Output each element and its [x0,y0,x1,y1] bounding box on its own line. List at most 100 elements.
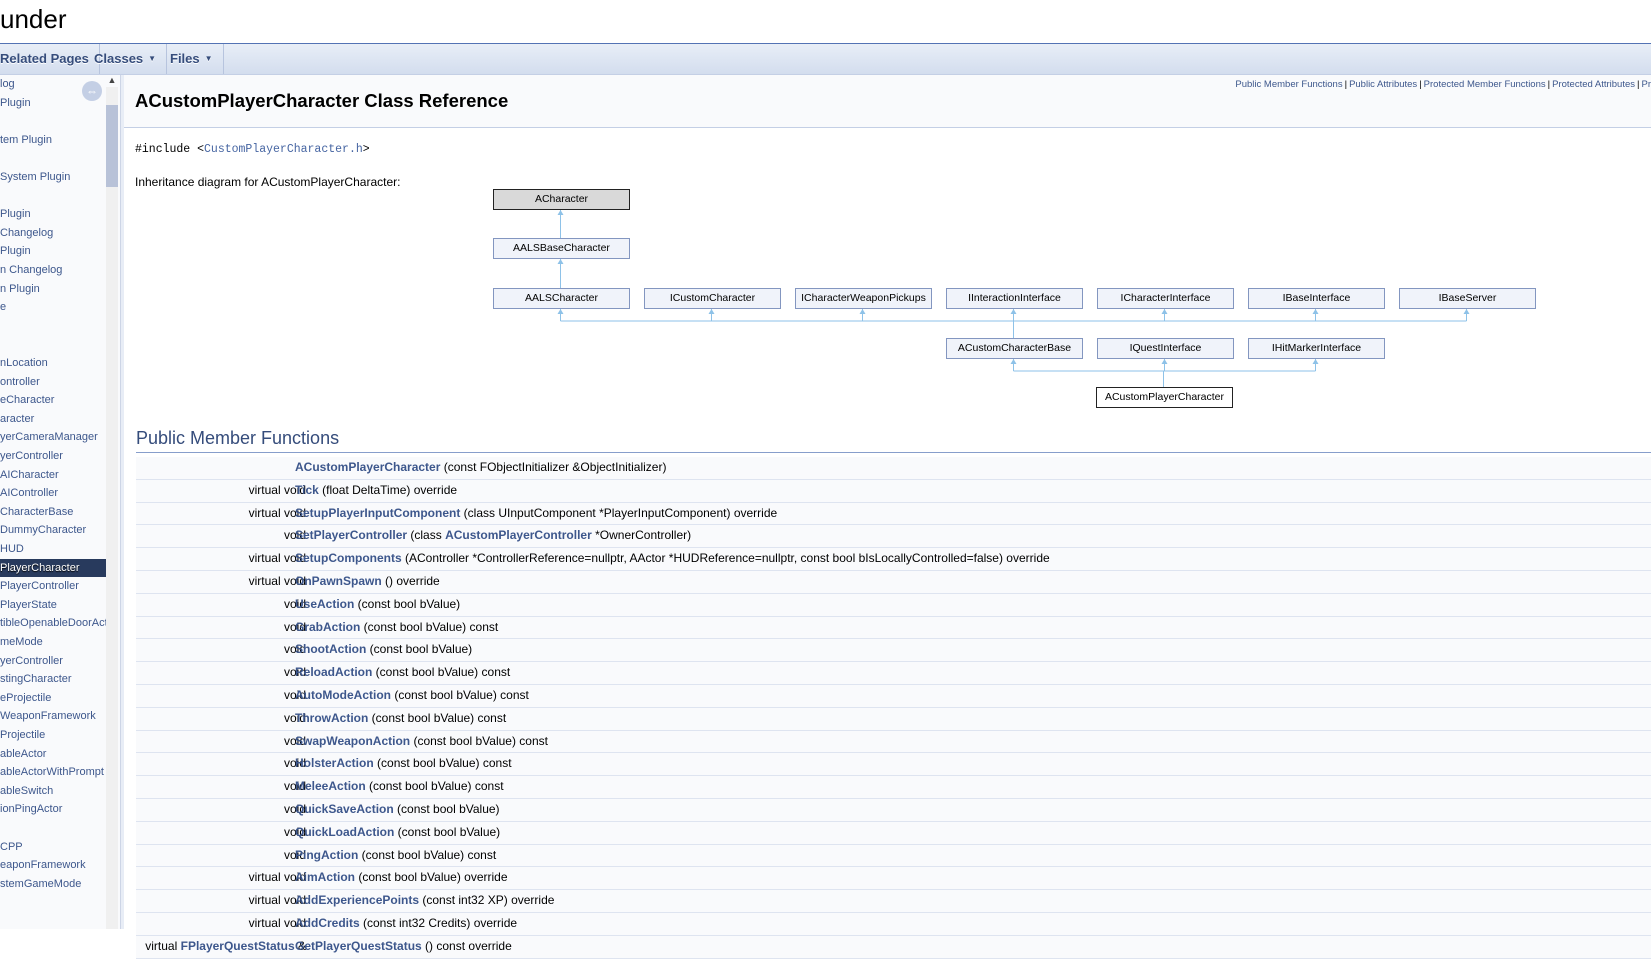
member-signature: ACustomPlayerCharacter (const FObjectIni… [295,457,666,478]
diagram-class-box[interactable]: IBaseServer [1399,288,1536,309]
diagram-class-box[interactable]: IHitMarkerInterface [1248,338,1385,359]
sidenav-item[interactable]: e [0,298,106,316]
summary-link[interactable]: Protected Attributes [1552,79,1635,90]
summary-link[interactable]: Pr [1642,79,1651,90]
sidenav-item[interactable]: yerCameraManager [0,428,106,446]
summary-link[interactable]: Public Member Functions [1235,79,1342,90]
sidenav-item[interactable]: ableActorWithPrompt [0,763,106,781]
sidenav-item[interactable]: eaponFramework [0,856,106,874]
diagram-arrowhead [1011,359,1017,364]
member-function-link[interactable]: UseAction [295,597,354,611]
diagram-class-box[interactable]: AALSBaseCharacter [493,238,630,259]
caret-down-icon: ▼ [148,54,156,63]
member-function-link[interactable]: SetupComponents [295,551,402,565]
member-function-link[interactable]: MeleeAction [295,779,366,793]
page-header: Public Member Functions | Public Attribute… [124,75,1651,128]
nav-splitter[interactable] [120,75,124,929]
member-function-link[interactable]: ReloadAction [295,665,372,679]
diagram-class-box[interactable]: IQuestInterface [1097,338,1234,359]
sidenav-item[interactable]: stingCharacter [0,670,106,688]
member-function-link[interactable]: QuickLoadAction [295,825,394,839]
sidenav-item[interactable]: Projectile [0,726,106,744]
sidenav-item[interactable]: HUD [0,540,106,558]
member-function-link[interactable]: Tick [295,483,319,497]
sidenav-item[interactable]: PlayerCharacter [0,559,106,577]
summary-links: Public Member Functions | Public Attribute… [1235,79,1651,90]
summary-separator: | [1548,79,1550,90]
member-function-link[interactable]: HolsterAction [295,756,374,770]
sidenav-item[interactable]: PlayerState [0,596,106,614]
menu-classes[interactable]: Classes▼ [84,44,167,74]
member-row: virtual voidAimAction (const bool bValue… [136,867,1651,890]
sidenav-item[interactable]: PlayerController [0,577,106,595]
member-function-link[interactable]: ShootAction [295,642,366,656]
member-function-link[interactable]: AddCredits [295,916,360,930]
member-function-link[interactable]: OnPawnSpawn [295,574,382,588]
diagram-class-box[interactable]: IInteractionInterface [946,288,1083,309]
member-function-link[interactable]: ThrowAction [295,711,368,725]
scrollbar-thumb[interactable] [106,105,118,187]
scroll-up-icon[interactable]: ▲ [106,75,118,87]
member-function-link[interactable]: SetupPlayerInputComponent [295,506,460,520]
diagram-class-box[interactable]: ICharacterWeaponPickups [795,288,932,309]
diagram-class-box[interactable]: AALSCharacter [493,288,630,309]
sidenav-item[interactable]: CharacterBase [0,503,106,521]
member-row: ACustomPlayerCharacter (const FObjectIni… [136,457,1651,480]
type-link[interactable]: ACustomPlayerController [445,528,592,542]
member-row: voidQuickLoadAction (const bool bValue) [136,822,1651,845]
member-function-link[interactable]: AimAction [295,870,355,884]
sidenav-item[interactable]: meMode [0,633,106,651]
section-rule [136,452,1651,453]
sidenav-item[interactable]: eCharacter [0,391,106,409]
sidenav-item[interactable]: Changelog [0,224,106,242]
sidenav-item[interactable]: ableActor [0,745,106,763]
member-function-link[interactable]: AutoModeAction [295,688,391,702]
member-function-link[interactable]: SetPlayerController [295,528,407,542]
member-function-link[interactable]: GetPlayerQuestStatus [295,939,422,953]
sidenav-item[interactable]: Plugin [0,205,106,223]
sidenav-item[interactable]: aracter [0,410,106,428]
sidenav-item[interactable]: tibleOpenableDoorActor [0,614,106,632]
sidenav-item[interactable]: n Plugin [0,280,106,298]
diagram-arrowhead [1162,309,1168,314]
sidenav-item[interactable]: ontroller [0,373,106,391]
member-function-link[interactable]: GrabAction [295,620,360,634]
sidenav-item[interactable]: nLocation [0,354,106,372]
sidenav-item[interactable]: stemGameMode [0,875,106,893]
sidenav-item[interactable]: tem Plugin [0,131,106,149]
page-title: ACustomPlayerCharacter Class Reference [135,90,508,112]
member-function-link[interactable]: AddExperiencePoints [295,893,419,907]
member-function-link[interactable]: QuickSaveAction [295,802,394,816]
member-row: virtual voidSetupComponents (AController… [136,548,1651,571]
sidenav-item[interactable]: CPP [0,838,106,856]
scrollbar-track[interactable] [106,87,118,929]
sidenav-item[interactable]: Plugin [0,242,106,260]
sidenav-item[interactable]: yerController [0,447,106,465]
member-signature: SetupComponents (AController *Controller… [295,548,1050,569]
sidenav-item[interactable]: AIController [0,484,106,502]
sidenav-item[interactable]: ableSwitch [0,782,106,800]
signature-params: (const bool bValue) const [358,848,496,862]
member-function-link[interactable]: ACustomPlayerCharacter [295,460,440,474]
member-function-link[interactable]: SwapWeaponAction [295,734,410,748]
diagram-class-box[interactable]: ACustomCharacterBase [946,338,1083,359]
sidenav-item[interactable]: eProjectile [0,689,106,707]
return-type-link[interactable]: FPlayerQuestStatus [181,939,295,953]
sidenav-item[interactable]: System Plugin [0,168,106,186]
sync-toggle-icon[interactable]: ⇔ [82,81,102,101]
sidenav-item[interactable]: yerController [0,652,106,670]
diagram-class-box[interactable]: ICharacterInterface [1097,288,1234,309]
include-file-link[interactable]: CustomPlayerCharacter.h [204,143,363,156]
sidenav-item[interactable]: AICharacter [0,466,106,484]
diagram-class-box[interactable]: ICustomCharacter [644,288,781,309]
sidenav-item[interactable]: ionPingActor [0,800,106,818]
sidenav-item[interactable]: DummyCharacter [0,521,106,539]
menu-files[interactable]: Files▼ [160,44,224,74]
diagram-class-box[interactable]: IBaseInterface [1248,288,1385,309]
member-function-link[interactable]: PingAction [295,848,358,862]
summary-link[interactable]: Public Attributes [1349,79,1417,90]
sidenav-item[interactable]: n Changelog [0,261,106,279]
summary-link[interactable]: Protected Member Functions [1424,79,1546,90]
project-name: under [0,4,67,35]
sidenav-item[interactable]: WeaponFramework [0,707,106,725]
